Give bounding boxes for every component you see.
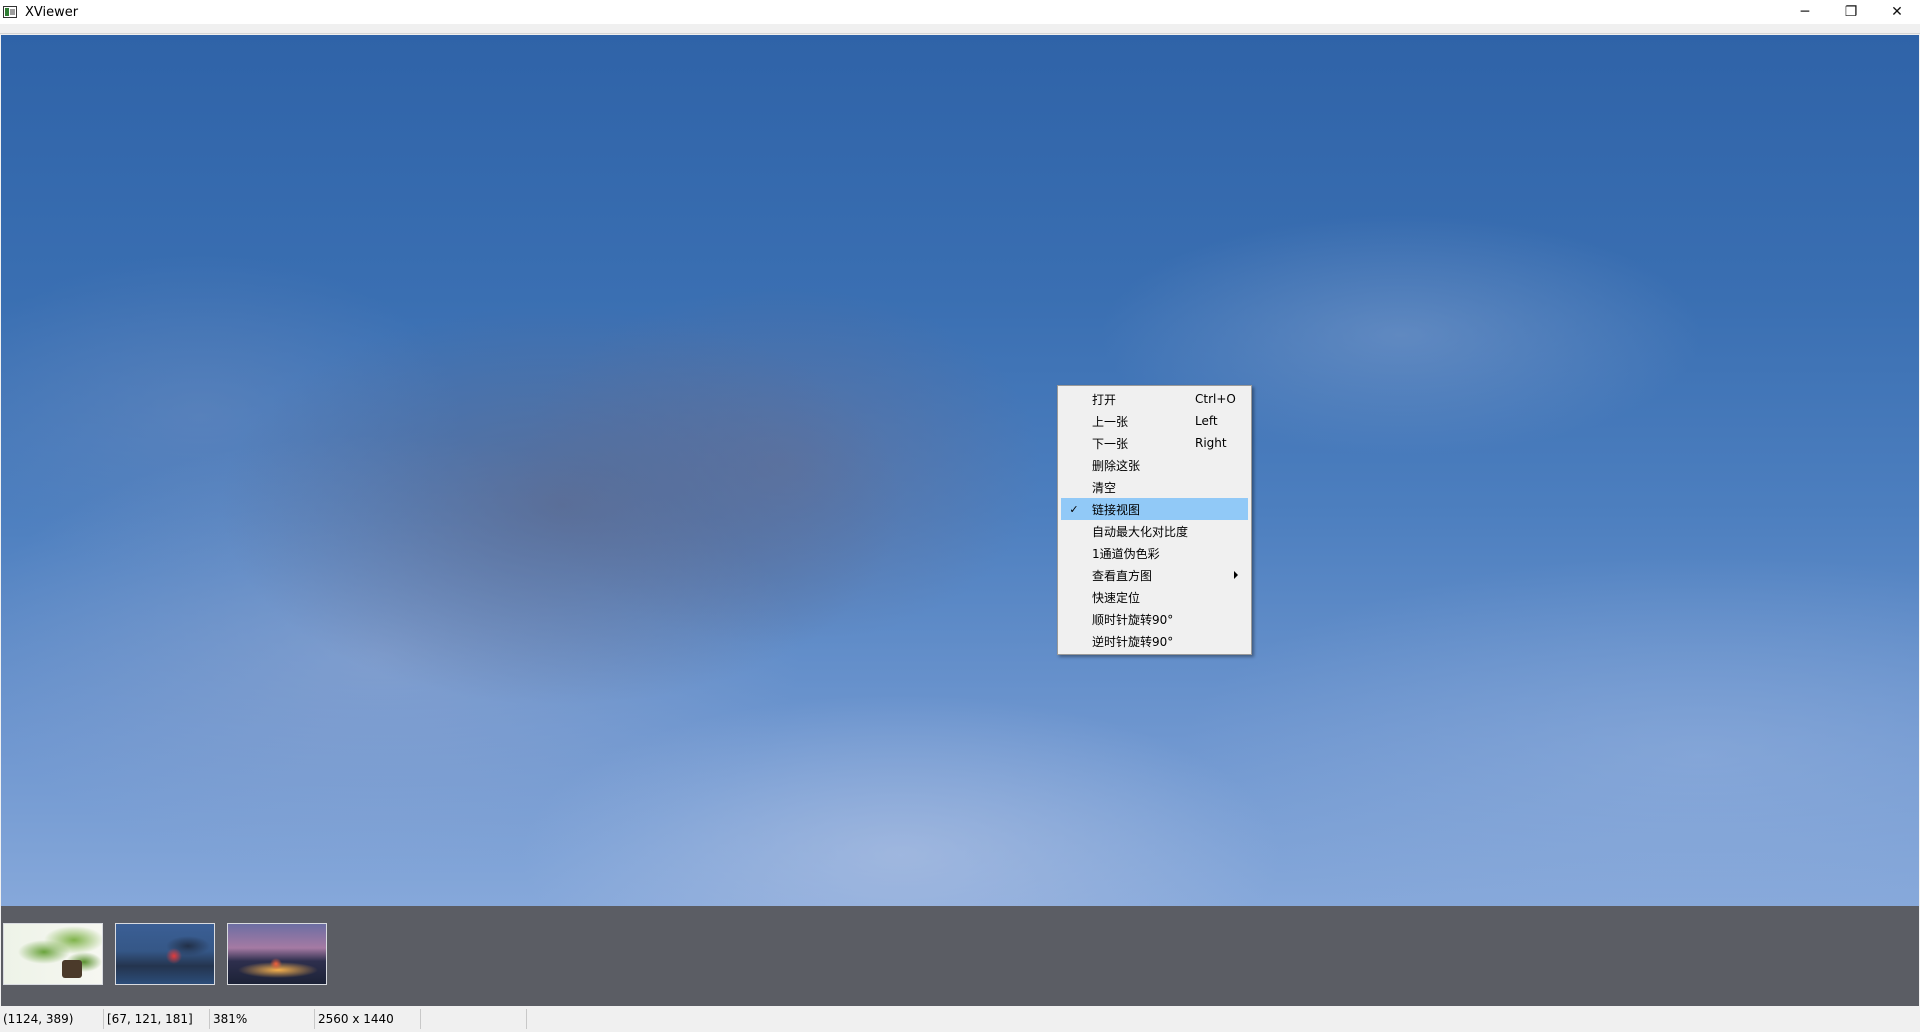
- menu-item-rotate-ccw[interactable]: 逆时针旋转90°: [1061, 630, 1248, 652]
- image-viewport[interactable]: [1, 35, 1919, 906]
- menu-item-label: 查看直方图: [1092, 568, 1153, 583]
- title-bar[interactable]: XViewer ─ ❐ ✕: [0, 0, 1920, 24]
- menu-item-label: 1通道伪色彩: [1092, 546, 1160, 561]
- menu-item-link-view[interactable]: ✓ 链接视图: [1061, 498, 1248, 520]
- window-title: XViewer: [25, 4, 79, 20]
- menu-item-quick-locate[interactable]: 快速定位: [1061, 586, 1248, 608]
- submenu-arrow-icon: [1234, 571, 1238, 579]
- menu-item-clear[interactable]: 清空: [1061, 476, 1248, 498]
- menu-item-label: 下一张: [1092, 436, 1129, 451]
- menu-item-pseudocolor[interactable]: 1通道伪色彩: [1061, 542, 1248, 564]
- menu-item-label: 打开: [1092, 392, 1117, 407]
- context-menu: 打开 Ctrl+O 上一张 Left 下一张 Right 删除这张 清空 ✓ 链…: [1057, 385, 1252, 655]
- menu-item-label: 清空: [1092, 480, 1117, 495]
- zoom-level: 381%: [210, 1009, 315, 1029]
- thumbnail-strip[interactable]: [1, 906, 1919, 1006]
- minimize-button[interactable]: ─: [1782, 0, 1828, 24]
- menu-item-label: 删除这张: [1092, 458, 1141, 473]
- thumbnail-bonsai[interactable]: [3, 923, 103, 985]
- window-controls: ─ ❐ ✕: [1782, 0, 1920, 24]
- menu-item-shortcut: Right: [1195, 436, 1227, 450]
- check-icon: ✓: [1069, 502, 1079, 516]
- thumbnail-night-rock[interactable]: [115, 923, 215, 985]
- close-button[interactable]: ✕: [1874, 0, 1920, 24]
- menu-item-label: 快速定位: [1092, 590, 1141, 605]
- image-size: 2560 x 1440: [315, 1009, 421, 1029]
- menu-item-shortcut: Left: [1195, 414, 1218, 428]
- menu-item-label: 上一张: [1092, 414, 1129, 429]
- menu-item-label: 自动最大化对比度: [1092, 524, 1189, 539]
- status-bar: (1124, 389) [67, 121, 181] 381% 2560 x 1…: [0, 1006, 1920, 1032]
- cursor-coords: (1124, 389): [0, 1009, 104, 1029]
- menu-item-next[interactable]: 下一张 Right: [1061, 432, 1248, 454]
- menu-item-label: 顺时针旋转90°: [1092, 612, 1174, 627]
- menu-item-label: 链接视图: [1092, 502, 1141, 517]
- menu-item-auto-contrast[interactable]: 自动最大化对比度: [1061, 520, 1248, 542]
- menu-item-delete[interactable]: 删除这张: [1061, 454, 1248, 476]
- thumbnail-harbor-sunset[interactable]: [227, 923, 327, 985]
- menu-item-rotate-cw[interactable]: 顺时针旋转90°: [1061, 608, 1248, 630]
- restore-button[interactable]: ❐: [1828, 0, 1874, 24]
- menu-item-label: 逆时针旋转90°: [1092, 634, 1174, 649]
- app-icon: [3, 6, 17, 18]
- menu-item-previous[interactable]: 上一张 Left: [1061, 410, 1248, 432]
- menu-item-histogram[interactable]: 查看直方图: [1061, 564, 1248, 586]
- menu-item-open[interactable]: 打开 Ctrl+O: [1061, 388, 1248, 410]
- status-empty: [421, 1009, 527, 1029]
- pixel-value: [67, 121, 181]: [104, 1009, 210, 1029]
- menu-item-shortcut: Ctrl+O: [1195, 392, 1236, 406]
- toolbar-area: [0, 26, 1920, 34]
